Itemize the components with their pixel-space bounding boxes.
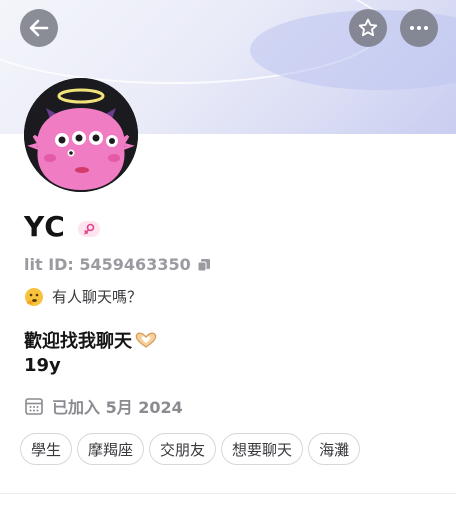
back-arrow-icon — [29, 19, 49, 37]
joined-row: 已加入 5月 2024 — [24, 394, 183, 418]
favorite-button[interactable] — [349, 9, 387, 47]
tag-chip[interactable]: 交朋友 — [149, 433, 217, 465]
gender-badge — [78, 221, 100, 237]
bio-text: 歡迎找我聊天 — [24, 331, 132, 352]
joined-text: 已加入 5月 2024 — [52, 398, 183, 417]
star-icon — [358, 18, 378, 37]
copy-icon[interactable] — [197, 258, 211, 272]
lit-id-row[interactable]: lit ID: 5459463350 — [24, 255, 211, 274]
more-options-button[interactable] — [400, 9, 438, 47]
tag-chip[interactable]: 海灘 — [308, 433, 361, 465]
heart-hands-emoji-icon — [135, 332, 157, 348]
bio-line-2: 19y — [24, 355, 61, 376]
calendar-icon — [25, 398, 43, 415]
tag-chip[interactable]: 想要聊天 — [221, 433, 304, 465]
back-button[interactable] — [20, 9, 58, 47]
tag-chip[interactable]: 學生 — [20, 433, 73, 465]
status-row: 有人聊天嗎？ — [24, 286, 142, 307]
avatar[interactable] — [24, 78, 138, 192]
profile-name: YC — [24, 210, 66, 243]
more-icon — [410, 26, 428, 30]
monster-avatar-image — [24, 78, 138, 192]
bio-line-1: 歡迎找我聊天 — [24, 327, 158, 353]
female-symbol-icon — [84, 223, 95, 235]
status-text: 有人聊天嗎？ — [52, 288, 143, 306]
interest-tags: 學生 摩羯座 交朋友 想要聊天 海灘 — [20, 433, 361, 465]
lit-id-text: lit ID: 5459463350 — [24, 255, 191, 274]
thinking-emoji-icon — [25, 287, 43, 306]
tag-chip[interactable]: 摩羯座 — [77, 433, 145, 465]
section-divider — [0, 493, 456, 494]
